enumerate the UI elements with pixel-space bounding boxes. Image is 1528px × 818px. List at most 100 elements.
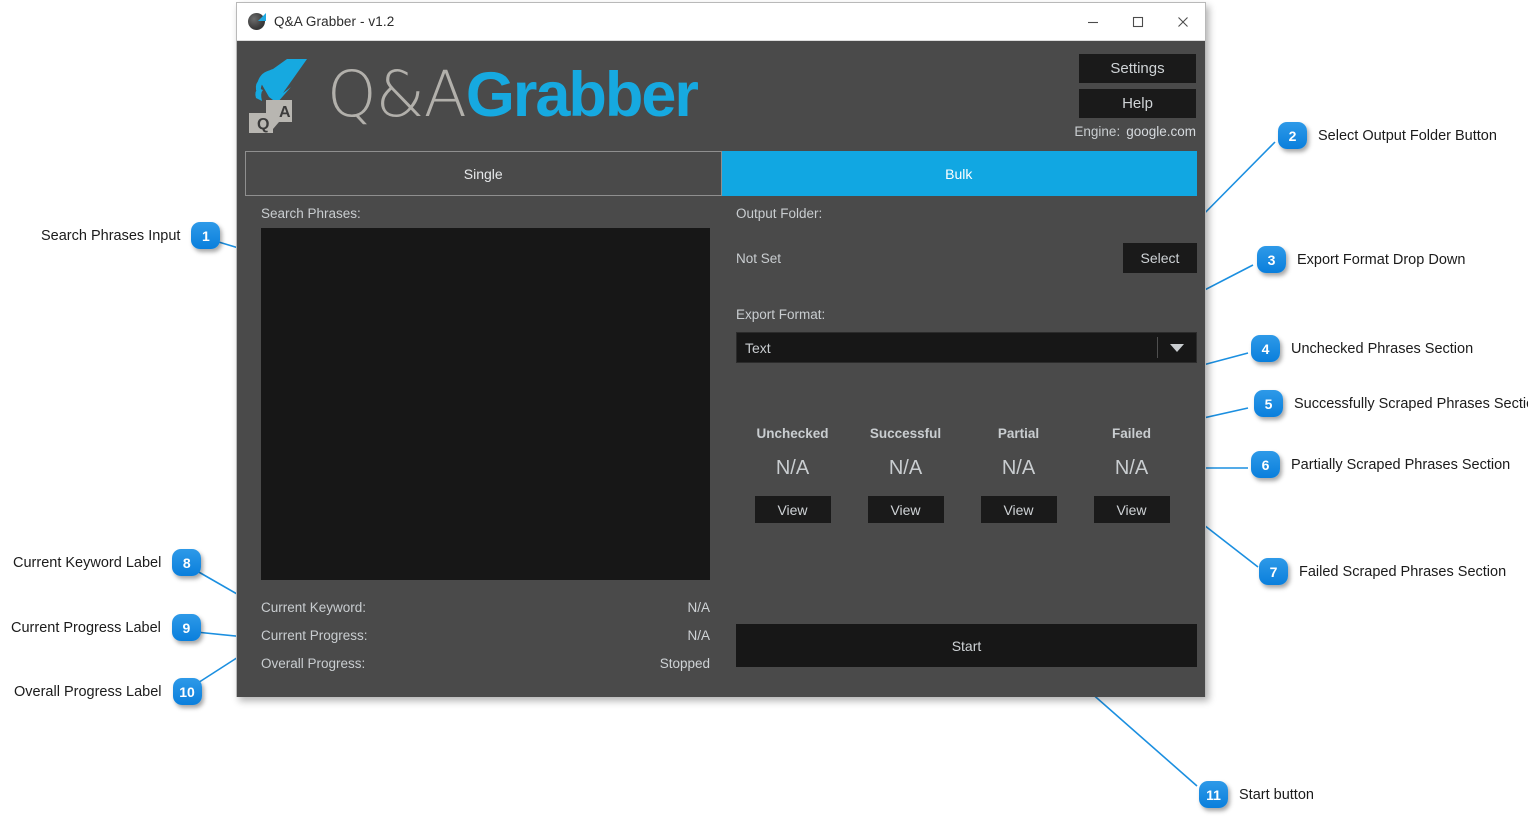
current-progress-label: Current Progress: bbox=[261, 627, 368, 643]
tab-bulk[interactable]: Bulk bbox=[721, 151, 1197, 196]
callout-6-label: Partially Scraped Phrases Section bbox=[1291, 456, 1511, 473]
callout-2: 2 Select Output Folder Button bbox=[1278, 122, 1497, 149]
callout-4: 4 Unchecked Phrases Section bbox=[1251, 335, 1473, 362]
callout-11: 11 Start button bbox=[1199, 781, 1314, 808]
view-successful-button[interactable]: View bbox=[867, 496, 944, 523]
callout-3: 3 Export Format Drop Down bbox=[1257, 246, 1465, 273]
hand-grabbing-qa-bubbles-icon: A Q bbox=[249, 59, 307, 133]
stat-failed-label: Failed bbox=[1111, 426, 1151, 441]
application-window: Q&A Grabber - v1.2 A Q Q&AGrabber Settin… bbox=[236, 2, 1206, 697]
engine-indicator: Engine: google.com bbox=[1074, 124, 1196, 139]
app-logo: A Q Q&AGrabber bbox=[247, 57, 699, 133]
callout-1-badge: 1 bbox=[191, 222, 221, 249]
view-unchecked-button[interactable]: View bbox=[754, 496, 831, 523]
callout-8-badge: 8 bbox=[172, 549, 202, 576]
callout-1: Search Phrases Input 1 bbox=[41, 222, 221, 249]
minimize-icon[interactable] bbox=[1070, 3, 1115, 41]
chevron-down-icon[interactable] bbox=[1158, 333, 1196, 362]
window-title: Q&A Grabber - v1.2 bbox=[274, 14, 395, 29]
output-folder-label: Output Folder: bbox=[736, 206, 823, 221]
view-failed-button[interactable]: View bbox=[1093, 496, 1170, 523]
overall-progress-label: Overall Progress: bbox=[261, 655, 366, 671]
stat-unchecked: Unchecked N/A View bbox=[736, 426, 849, 523]
app-icon bbox=[248, 13, 265, 30]
logo-grabber-text: Grabber bbox=[465, 60, 699, 130]
stat-partial-label: Partial bbox=[997, 426, 1040, 441]
stat-unchecked-value: N/A bbox=[775, 457, 810, 479]
search-phrases-label: Search Phrases: bbox=[261, 206, 361, 221]
export-format-value: Text bbox=[745, 339, 771, 356]
callout-5: 5 Successfully Scraped Phrases Section bbox=[1254, 390, 1528, 417]
callout-3-badge: 3 bbox=[1257, 246, 1286, 273]
engine-label: Engine: bbox=[1074, 124, 1121, 139]
callout-9-badge: 9 bbox=[171, 614, 201, 641]
current-keyword-value: N/A bbox=[687, 599, 710, 615]
callout-6-badge: 6 bbox=[1251, 451, 1280, 478]
status-list: Current Keyword: N/A Current Progress: N… bbox=[261, 593, 710, 677]
callout-11-badge: 11 bbox=[1199, 781, 1228, 808]
callout-8: Current Keyword Label 8 bbox=[13, 549, 202, 576]
current-progress-value: N/A bbox=[687, 627, 710, 643]
current-keyword-label: Current Keyword: bbox=[261, 599, 367, 615]
callout-1-label: Search Phrases Input bbox=[41, 227, 181, 244]
callout-2-badge: 2 bbox=[1278, 122, 1307, 149]
select-output-folder-button[interactable]: Select bbox=[1123, 243, 1197, 273]
view-partial-button[interactable]: View bbox=[980, 496, 1057, 523]
callout-9: Current Progress Label 9 bbox=[11, 614, 201, 641]
svg-text:Q: Q bbox=[257, 116, 269, 133]
title-bar: Q&A Grabber - v1.2 bbox=[237, 3, 1205, 41]
callout-5-badge: 5 bbox=[1254, 390, 1283, 417]
callout-2-label: Select Output Folder Button bbox=[1318, 127, 1497, 144]
svg-text:A: A bbox=[279, 104, 291, 121]
callout-4-badge: 4 bbox=[1251, 335, 1280, 362]
stat-failed-value: N/A bbox=[1114, 457, 1149, 479]
status-row-current-progress: Current Progress: N/A bbox=[261, 621, 710, 649]
screenshot-root: Q&A Grabber - v1.2 A Q Q&AGrabber Settin… bbox=[0, 0, 1528, 818]
engine-value: google.com bbox=[1126, 124, 1196, 139]
app-body: A Q Q&AGrabber Settings Help Engine: goog… bbox=[237, 41, 1205, 697]
settings-button[interactable]: Settings bbox=[1079, 54, 1196, 83]
close-icon[interactable] bbox=[1160, 3, 1205, 41]
callout-10: Overall Progress Label 10 bbox=[14, 678, 202, 705]
callout-9-label: Current Progress Label bbox=[11, 619, 161, 636]
maximize-icon[interactable] bbox=[1115, 3, 1160, 41]
help-button[interactable]: Help bbox=[1079, 89, 1196, 118]
output-folder-value: Not Set bbox=[736, 250, 782, 266]
window-controls bbox=[1070, 3, 1205, 41]
right-column: Output Folder: Not Set Select Export For… bbox=[710, 196, 1197, 688]
callout-8-label: Current Keyword Label bbox=[13, 554, 162, 571]
logo-qa-text: Q&A bbox=[327, 58, 467, 131]
callout-10-badge: 10 bbox=[172, 678, 202, 705]
stat-partial-value: N/A bbox=[1001, 457, 1036, 479]
stat-successful: Successful N/A View bbox=[849, 426, 962, 523]
callout-4-label: Unchecked Phrases Section bbox=[1291, 340, 1474, 357]
callout-11-label: Start button bbox=[1239, 786, 1314, 803]
callout-7: 7 Failed Scraped Phrases Section bbox=[1259, 558, 1506, 585]
stat-successful-value: N/A bbox=[888, 457, 923, 479]
stats-row: Unchecked N/A View Successful N/A View P… bbox=[736, 426, 1197, 523]
left-column: Search Phrases: Current Keyword: N/A Cur… bbox=[245, 196, 710, 688]
status-row-overall-progress: Overall Progress: Stopped bbox=[261, 649, 710, 677]
stat-partial: Partial N/A View bbox=[962, 426, 1075, 523]
logo-wordmark: Q&AGrabber bbox=[327, 60, 699, 130]
export-format-label: Export Format: bbox=[736, 307, 826, 322]
callout-5-label: Successfully Scraped Phrases Section bbox=[1294, 395, 1528, 412]
callout-7-badge: 7 bbox=[1259, 558, 1288, 585]
stat-failed: Failed N/A View bbox=[1075, 426, 1188, 523]
overall-progress-value: Stopped bbox=[659, 655, 710, 671]
callout-6: 6 Partially Scraped Phrases Section bbox=[1251, 451, 1510, 478]
start-button[interactable]: Start bbox=[736, 624, 1197, 667]
tab-bar: Single Bulk bbox=[245, 151, 1197, 196]
search-phrases-input[interactable] bbox=[261, 228, 710, 580]
callout-7-label: Failed Scraped Phrases Section bbox=[1299, 563, 1507, 580]
export-format-dropdown[interactable]: Text bbox=[736, 332, 1197, 363]
stat-unchecked-label: Unchecked bbox=[756, 426, 829, 441]
tab-content-bulk: Search Phrases: Current Keyword: N/A Cur… bbox=[245, 196, 1197, 688]
header-buttons: Settings Help bbox=[1079, 54, 1196, 124]
callout-10-label: Overall Progress Label bbox=[14, 683, 162, 700]
output-folder-row: Not Set Select bbox=[736, 243, 1197, 273]
brand-row: A Q Q&AGrabber Settings Help Engine: goog… bbox=[237, 41, 1205, 151]
callout-3-label: Export Format Drop Down bbox=[1297, 251, 1466, 268]
tab-single[interactable]: Single bbox=[245, 151, 722, 196]
status-row-current-keyword: Current Keyword: N/A bbox=[261, 593, 710, 621]
